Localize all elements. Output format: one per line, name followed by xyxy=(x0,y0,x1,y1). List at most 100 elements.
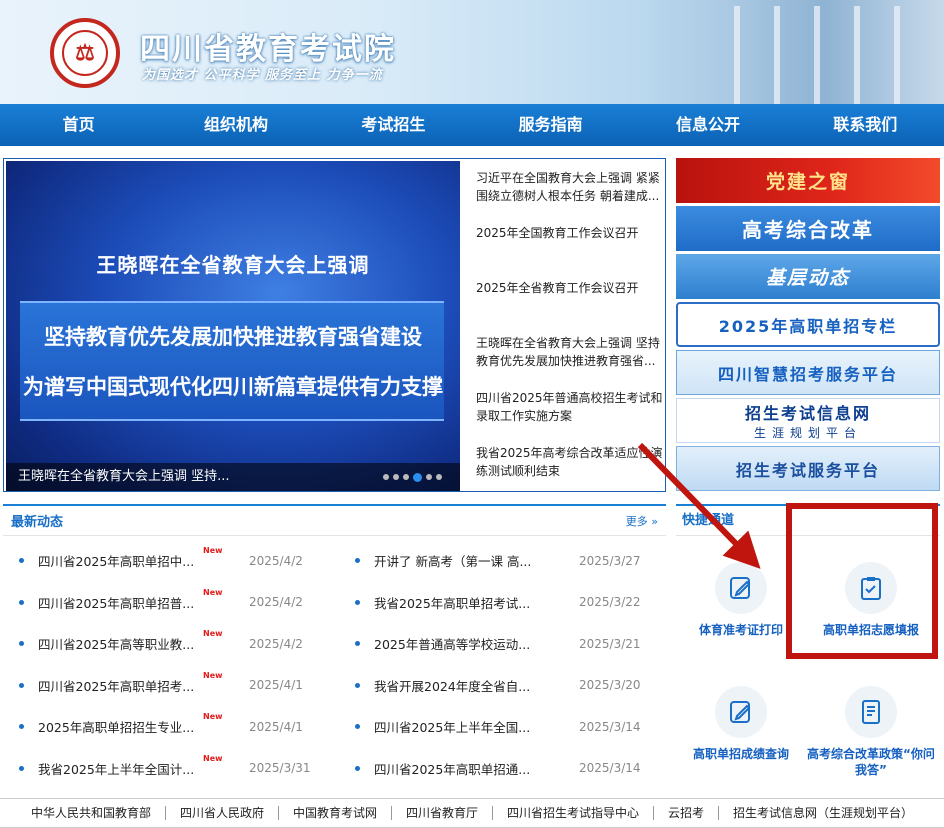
quick-gaozhi-score-query[interactable]: 高职单招成绩查询 xyxy=(676,686,806,762)
footer-link[interactable]: 招生考试信息网（生涯规划平台） xyxy=(719,806,927,820)
footer-link[interactable]: 中国教育考试网 xyxy=(279,806,392,820)
bullet-icon xyxy=(355,599,360,605)
gaokao-reform-button[interactable]: 高考综合改革 xyxy=(676,206,940,251)
exam-service-platform-button[interactable]: 招生考试服务平台 xyxy=(676,446,940,491)
smart-exam-platform-button[interactable]: 四川智慧招考服务平台 xyxy=(676,350,940,395)
latest-news-right: 开讲了 新高考（第一课 高... 2025/3/27 我省2025年高职单招考试..… xyxy=(339,540,669,789)
top-news-item[interactable]: 习近平在全国教育大会上强调 紧紧围绕立德树人根本任务 朝着建成... xyxy=(476,169,668,224)
news-title[interactable]: 四川省2025年高职单招通... xyxy=(374,759,534,778)
news-date: 2025/4/1 xyxy=(249,719,303,734)
news-row[interactable]: 2025年高职单招招生专业... New 2025/4/1 xyxy=(3,706,333,748)
top-news-item[interactable]: 2025年全省教育工作会议召开 xyxy=(476,279,668,334)
news-row[interactable]: 四川省2025年高职单招中... New 2025/4/2 xyxy=(3,540,333,582)
bullet-icon xyxy=(19,765,24,771)
news-title[interactable]: 我省开展2024年度全省自... xyxy=(374,676,534,695)
top-news-item[interactable]: 王晓晖在全省教育大会上强调 坚持教育优先发展加快推进教育强省... xyxy=(476,334,668,389)
news-date: 2025/4/2 xyxy=(249,636,303,651)
news-row[interactable]: 四川省2025年高职单招普... New 2025/4/2 xyxy=(3,582,333,624)
news-row[interactable]: 四川省2025年高职单招通... 2025/3/14 xyxy=(339,748,669,790)
slide-line-3: 为谱写中国式现代化四川新篇章提供有力支撑 xyxy=(23,375,443,399)
news-row[interactable]: 四川省2025年高职单招考... New 2025/4/1 xyxy=(3,665,333,707)
service-button-label: 招生考试服务平台 xyxy=(735,460,880,480)
latest-news-title: 最新动态 xyxy=(11,515,64,530)
carousel-dot[interactable] xyxy=(436,474,442,480)
carousel-dot[interactable] xyxy=(383,474,389,480)
quick-label: 高考综合改革政策“你问我答” xyxy=(807,747,935,777)
news-title[interactable]: 四川省2025年高职单招考... xyxy=(38,676,198,695)
site-logo[interactable]: ⚖ xyxy=(50,18,120,88)
carousel-slide[interactable]: 王晓晖在全省教育大会上强调 坚持教育优先发展加快推进教育强省建设 为谱写中国式现… xyxy=(6,161,460,491)
slide-line-2: 坚持教育优先发展加快推进教育强省建设 xyxy=(44,325,422,349)
news-title[interactable]: 四川省2025年高等职业教... xyxy=(38,634,198,653)
news-title[interactable]: 我省2025年高职单招考试... xyxy=(374,593,534,612)
main-nav: 首页 组织机构 考试招生 服务指南 信息公开 联系我们 xyxy=(0,104,944,146)
footer-link[interactable]: 云招考 xyxy=(654,806,720,820)
site-title: 四川省教育考试院 xyxy=(140,32,396,67)
footer-link[interactable]: 四川省教育厅 xyxy=(392,806,493,820)
exam-info-network-button[interactable]: 招生考试信息网 生涯规划平台 xyxy=(676,398,940,443)
bullet-icon xyxy=(355,682,360,688)
carousel-dot-active[interactable] xyxy=(413,473,422,482)
grassroots-news-button[interactable]: 基层动态 xyxy=(676,254,940,299)
bullet-icon xyxy=(19,641,24,647)
news-date: 2025/4/2 xyxy=(249,595,303,610)
logo-emblem-icon: ⚖ xyxy=(62,30,108,76)
news-title[interactable]: 开讲了 新高考（第一课 高... xyxy=(374,551,534,570)
more-link[interactable]: 更多 » xyxy=(626,513,658,529)
news-row[interactable]: 开讲了 新高考（第一课 高... 2025/3/27 xyxy=(339,540,669,582)
news-title[interactable]: 2025年高职单招招生专业... xyxy=(38,717,198,736)
carousel-dot[interactable] xyxy=(403,474,409,480)
party-building-button[interactable]: 党建之窗 xyxy=(676,158,940,203)
news-row[interactable]: 2025年普通高等学校运动... 2025/3/21 xyxy=(339,623,669,665)
top-news-item[interactable]: 四川省2025年普通高校招生考试和录取工作实施方案 xyxy=(476,389,668,444)
footer-link[interactable]: 四川省招生考试指导中心 xyxy=(493,806,655,820)
party-button-label: 党建之窗 xyxy=(765,171,850,193)
news-title[interactable]: 四川省2025年高职单招普... xyxy=(38,593,198,612)
news-date: 2025/4/1 xyxy=(249,678,303,693)
news-title[interactable]: 2025年普通高等学校运动... xyxy=(374,634,534,653)
bullet-icon xyxy=(355,765,360,771)
news-title[interactable]: 四川省2025年高职单招中... xyxy=(38,551,198,570)
footer-link[interactable]: 四川省人民政府 xyxy=(166,806,279,820)
top-news-item[interactable]: 2025年全国教育工作会议召开 xyxy=(476,224,668,279)
nav-info-disclosure[interactable]: 信息公开 xyxy=(629,104,786,146)
gaozhi-special-button[interactable]: 2025年高职单招专栏 xyxy=(676,302,940,347)
bullet-icon xyxy=(19,558,24,564)
news-date: 2025/3/27 xyxy=(579,553,641,568)
news-date: 2025/3/22 xyxy=(579,595,641,610)
carousel-dot[interactable] xyxy=(393,474,399,480)
top-news-item[interactable]: 我省2025年高考综合改革适应性演练测试顺利结束 xyxy=(476,444,668,499)
footer-link[interactable]: 中华人民共和国教育部 xyxy=(17,806,166,820)
nav-contact[interactable]: 联系我们 xyxy=(787,104,944,146)
news-date: 2025/3/21 xyxy=(579,636,641,651)
news-row[interactable]: 四川省2025年高等职业教... New 2025/4/2 xyxy=(3,623,333,665)
new-badge: New xyxy=(203,753,223,763)
nav-home[interactable]: 首页 xyxy=(0,104,157,146)
news-title[interactable]: 我省2025年上半年全国计... xyxy=(38,759,198,778)
news-row[interactable]: 我省2025年高职单招考试... 2025/3/22 xyxy=(339,582,669,624)
gaozhi-button-label: 2025年高职单招专栏 xyxy=(718,316,898,336)
banner-panel: 王晓晖在全省教育大会上强调 坚持教育优先发展加快推进教育强省建设 为谱写中国式现… xyxy=(3,158,666,492)
new-badge: New xyxy=(203,629,223,638)
quick-reform-qa[interactable]: 高考综合改革政策“你问我答” xyxy=(806,686,936,778)
carousel-dot[interactable] xyxy=(426,474,432,480)
news-row[interactable]: 我省开展2024年度全省自... 2025/3/20 xyxy=(339,665,669,707)
new-badge: New xyxy=(203,546,223,555)
nav-service-guide[interactable]: 服务指南 xyxy=(472,104,629,146)
nav-organization[interactable]: 组织机构 xyxy=(157,104,314,146)
nav-exams[interactable]: 考试招生 xyxy=(315,104,472,146)
news-date: 2025/4/2 xyxy=(249,553,303,568)
quick-label: 高职单招成绩查询 xyxy=(692,747,789,761)
slide-band xyxy=(20,301,444,421)
news-row[interactable]: 四川省2025年上半年全国... 2025/3/14 xyxy=(339,706,669,748)
news-title[interactable]: 四川省2025年上半年全国... xyxy=(374,717,534,736)
new-badge: New xyxy=(203,712,223,721)
smart-button-label: 四川智慧招考服务平台 xyxy=(717,364,898,384)
news-row[interactable]: 我省2025年上半年全国计... New 2025/3/31 xyxy=(3,748,333,790)
bullet-icon xyxy=(19,682,24,688)
news-date: 2025/3/14 xyxy=(579,761,641,776)
document-icon xyxy=(845,686,897,738)
grassroots-button-label: 基层动态 xyxy=(765,267,850,289)
bullet-icon xyxy=(355,558,360,564)
bullet-icon xyxy=(19,724,24,730)
